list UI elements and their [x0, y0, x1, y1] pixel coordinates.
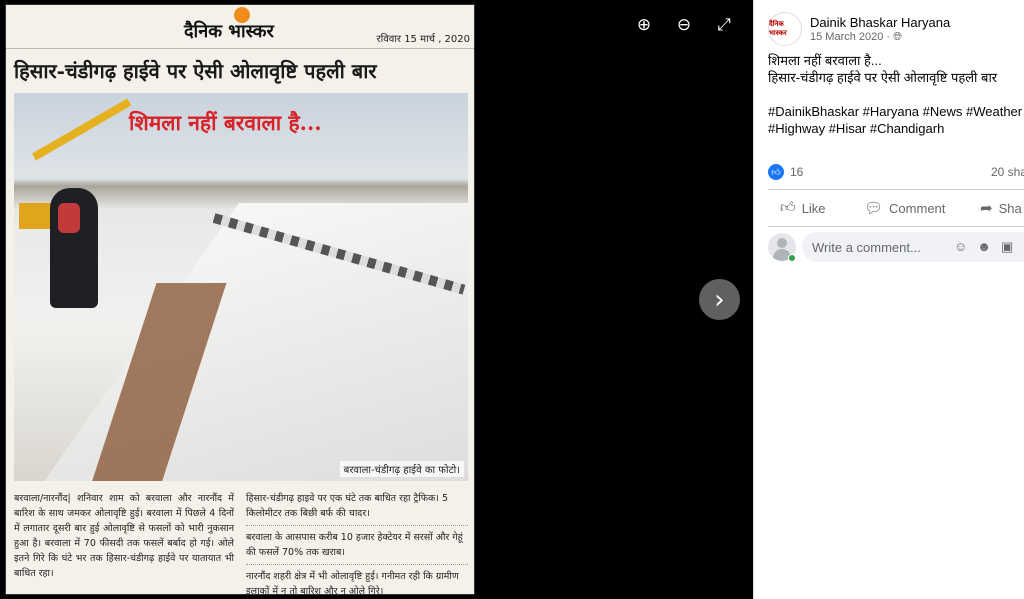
comment-button[interactable]: 💬︎ Comment: [864, 199, 945, 217]
article-point: हिसार-चंडीगढ़ हाइवे पर एक घंटे तक बाधित …: [246, 491, 468, 526]
caption-line: शिमला नहीं बरवाला है...: [768, 53, 882, 68]
rider-backpack: [58, 203, 80, 233]
thumbs-up-icon: 👍︎: [780, 199, 796, 216]
photo-viewer: दैनिक भास्कर रविवार 15 मार्च , 2020 हिसा…: [0, 0, 753, 599]
divider: [768, 226, 1024, 227]
fullscreen-icon[interactable]: ⤢: [713, 14, 735, 36]
share-count[interactable]: 20 sha: [991, 165, 1024, 179]
newspaper-logo: दैनिक भास्कर: [184, 21, 274, 42]
hashtags[interactable]: #DainikBhaskar #Haryana #News #Weather: [768, 103, 1024, 120]
speech-bubble-icon: 💬︎: [864, 200, 884, 217]
post-actions: 👍︎ Like 💬︎ Comment ➦ Sha: [768, 195, 1024, 221]
like-label: Like: [801, 200, 826, 216]
article-point: नारनौंद शहरी क्षेत्र में भी ओलावृष्टि हु…: [246, 569, 468, 594]
like-button[interactable]: 👍︎ Like: [780, 199, 826, 217]
photo-caption: बरवाला-चंडीगढ़ हाईवे का फोटो।: [339, 461, 464, 477]
post-caption: शिमला नहीं बरवाला है... हिसार-चंडीगढ़ हा…: [768, 52, 1024, 137]
article-body: बरवाला/नारनौंद| शनिवार शाम को बरवाला और …: [14, 493, 234, 579]
share-button[interactable]: ➦ Sha: [980, 199, 1022, 217]
newspaper-photo: दैनिक भास्कर रविवार 15 मार्च , 2020 हिसा…: [5, 4, 475, 595]
hailstorm-photo: शिमला नहीं बरवाला है... बरवाला-चंडीगढ़ ह…: [14, 93, 468, 481]
post-header: दैनिक भास्कर Dainik Bhaskar Haryana 15 M…: [768, 12, 1024, 48]
globe-icon: 🌐︎: [893, 31, 902, 43]
author-name[interactable]: Dainik Bhaskar Haryana: [810, 15, 950, 30]
crane-arm: [32, 98, 132, 161]
newspaper-headline: हिसार-चंडीगढ़ हाईवे पर ऐसी ओलावृष्टि पहल…: [14, 59, 377, 83]
zoom-out-icon[interactable]: ⊖: [673, 14, 695, 36]
comment-box[interactable]: ☺ ☻ ▣: [802, 232, 1024, 262]
page-avatar[interactable]: दैनिक भास्कर: [768, 12, 802, 46]
divider: [768, 189, 1024, 190]
photo-title: शिमला नहीं बरवाला है...: [129, 110, 322, 135]
online-status-dot: [788, 254, 796, 262]
next-photo-button[interactable]: ›: [699, 279, 740, 320]
article-points: हिसार-चंडीगढ़ हाइवे पर एक घंटे तक बाधित …: [246, 491, 468, 594]
emoji-icon[interactable]: ☻: [977, 239, 991, 255]
post-date[interactable]: 15 March 2020 · 🌐︎: [810, 31, 902, 44]
share-arrow-icon: ➦: [980, 200, 993, 217]
share-label: Sha: [998, 200, 1022, 216]
post-panel: दैनिक भास्कर Dainik Bhaskar Haryana 15 M…: [753, 0, 1024, 599]
avatar-sticker-icon[interactable]: ☺: [954, 239, 967, 255]
comment-tools: ☺ ☻ ▣: [954, 239, 1013, 255]
viewer-toolbar: ⊕ ⊖ ⤢: [633, 14, 735, 36]
reactions-bar: 👍︎ 16 20 sha: [768, 163, 1024, 181]
comment-label: Comment: [889, 200, 946, 216]
zoom-in-icon[interactable]: ⊕: [633, 14, 655, 36]
newspaper-dateline: रविवार 15 मार्च , 2020: [376, 34, 470, 45]
gif-icon[interactable]: ▣: [1001, 239, 1013, 255]
caption-line: हिसार-चंडीगढ़ हाईवे पर ऐसी ओलावृष्टि पहल…: [768, 70, 998, 85]
like-reaction-icon: 👍︎: [768, 164, 784, 180]
masthead: दैनिक भास्कर रविवार 15 मार्च , 2020: [6, 5, 474, 49]
post-date-text: 15 March 2020 ·: [810, 31, 891, 43]
comment-input[interactable]: [812, 232, 952, 262]
article-point: बरवाला के आसपास करीब 10 हजार हेक्टेयर मे…: [246, 530, 468, 565]
reaction-count[interactable]: 16: [790, 165, 803, 179]
hashtags[interactable]: #Highway #Hisar #Chandigarh: [768, 120, 1024, 137]
